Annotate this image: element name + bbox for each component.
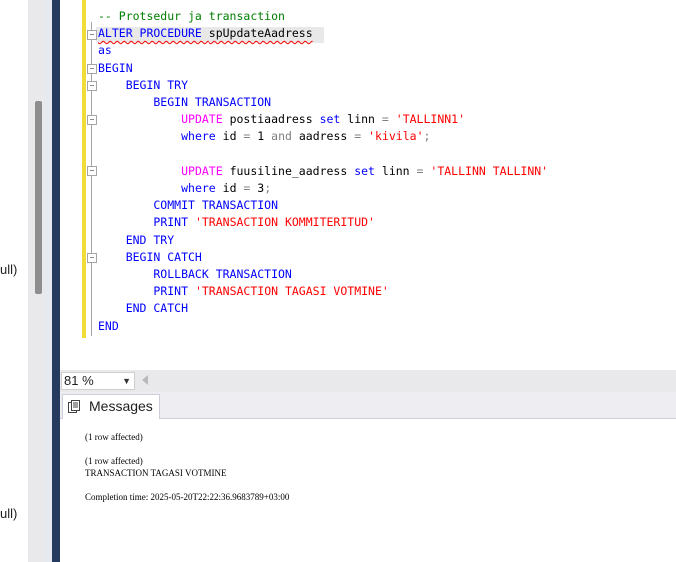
object-explorer-panel [0,0,28,562]
code-token: id [215,181,244,195]
code-line[interactable]: where id = 1 and aadress = 'kivila'; [98,128,430,145]
code-token: spUpdateAadress [208,26,313,41]
code-token: and [271,129,292,144]
code-line[interactable]: END TRY [98,232,174,249]
code-line[interactable]: COMMIT TRANSACTION [98,197,278,214]
message-line: TRANSACTION TAGASI VOTMINE [85,468,227,478]
code-token: postiaadress [222,112,320,127]
code-token: BEGIN TRY [98,77,189,92]
collapse-icon[interactable]: − [87,81,97,91]
code-token: END [98,318,119,333]
code-line[interactable]: ROLLBACK TRANSACTION [98,266,292,283]
code-token: as [98,43,112,58]
code-line[interactable]: as [98,42,112,59]
chevron-down-icon[interactable]: ▼ [122,373,131,389]
object-explorer-scroll-thumb[interactable] [35,101,42,294]
code-line[interactable]: END CATCH [98,300,188,317]
code-token: ; [264,181,272,195]
object-explorer-cut-text: ull) [0,506,18,521]
zoom-dropdown[interactable]: 81 % ▼ [61,372,135,390]
code-token: END TRY [98,232,175,247]
code-token: ALTER PROCEDURE [98,26,209,41]
code-token: where [181,181,216,195]
changed-lines-indicator [82,0,86,338]
code-token: BEGIN TRANSACTION [98,95,272,109]
editor-left-border [52,0,60,562]
collapse-icon[interactable]: − [87,253,97,263]
code-token: 'kivila' [368,129,424,144]
code-line[interactable]: PRINT 'TRANSACTION KOMMITERITUD' [98,214,375,231]
scroll-left-arrow-icon[interactable] [142,375,148,385]
code-token: ROLLBACK TRANSACTION [98,267,292,281]
code-token: UPDATE [181,112,223,127]
code-token: BEGIN [98,60,133,75]
code-line[interactable]: -- Protsedur ja transaction [98,8,285,25]
code-token: 1 [250,129,272,144]
code-token: = [381,112,389,127]
code-line[interactable]: BEGIN CATCH [98,249,202,266]
code-token: linn [340,112,382,127]
tab-messages-label: Messages [89,398,153,414]
collapse-icon[interactable]: − [87,166,97,176]
code-token: BEGIN CATCH [98,249,202,264]
code-line[interactable]: END [98,318,119,335]
code-line[interactable]: UPDATE postiaadress set linn = 'TALLINN1… [98,111,465,128]
message-line: (1 row affected) [85,456,143,466]
code-token: where [181,129,216,144]
editor-status-bar [60,370,676,392]
code-line[interactable]: UPDATE fuusiline_aadress set linn = 'TAL… [98,163,548,180]
code-line[interactable]: PRINT 'TRANSACTION TAGASI VOTMINE' [98,283,389,300]
code-line[interactable]: BEGIN TRY [98,77,188,94]
message-line: Completion time: 2025-05-20T22:22:36.968… [85,492,290,502]
code-token: fuusiline_aadress [222,163,355,178]
collapse-icon[interactable]: − [87,30,97,40]
collapse-icon[interactable]: − [87,115,97,125]
code-line[interactable]: BEGIN TRANSACTION [98,94,271,111]
code-token: 'TRANSACTION TAGASI VOTMINE' [194,284,389,299]
messages-icon [68,400,80,413]
code-token: 3 [250,181,265,195]
code-token: set [319,112,341,127]
code-token: 'TALLINN TALLINN' [430,163,549,178]
code-token: aadress [291,129,355,144]
message-line: (1 row affected) [85,432,143,442]
zoom-value: 81 % [64,373,94,388]
code-token: END CATCH [98,301,189,316]
code-token: PRINT [153,215,189,230]
code-token: 'TALLINN1' [395,112,466,127]
code-token: id [215,129,244,144]
code-token: ; [423,129,431,144]
code-line[interactable]: ALTER PROCEDURE spUpdateAadress [98,25,313,42]
code-line[interactable]: BEGIN [98,60,133,77]
code-token: set [354,163,375,178]
code-token: -- Protsedur ja transaction [98,9,285,23]
code-token: linn [374,163,417,178]
collapse-icon[interactable]: − [87,64,97,74]
code-token: 'TRANSACTION KOMMITERITUD' [194,215,375,230]
code-token: PRINT [153,284,189,299]
code-token: UPDATE [181,163,223,178]
code-token: COMMIT TRANSACTION [98,198,279,213]
code-line[interactable]: where id = 3; [98,180,271,197]
object-explorer-cut-text: ull) [0,262,18,277]
